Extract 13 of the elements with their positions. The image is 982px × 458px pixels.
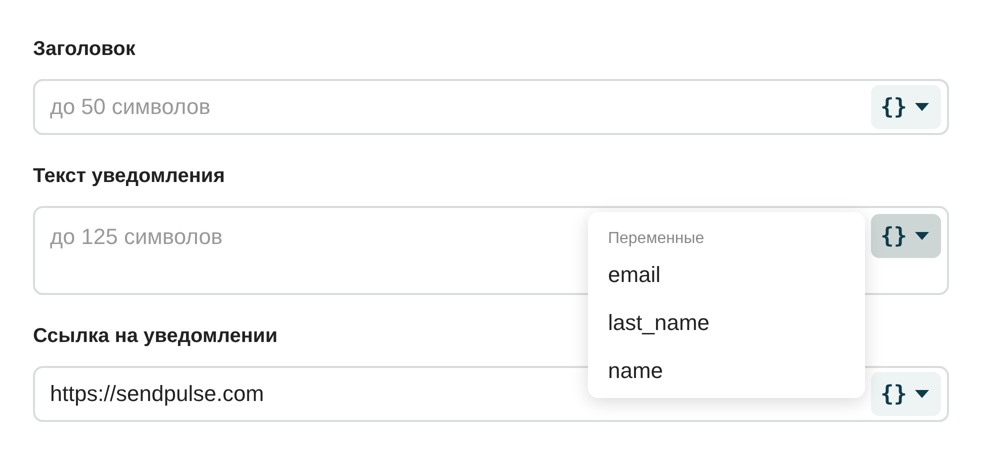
menu-item[interactable]: last_name xyxy=(608,310,845,336)
caret-icon xyxy=(915,103,929,111)
field-label: Текст уведомления xyxy=(33,165,225,188)
field-label: Заголовок xyxy=(33,38,136,61)
caret-icon xyxy=(915,232,929,240)
variables-button[interactable]: {} xyxy=(870,85,941,129)
caret-icon xyxy=(915,390,929,398)
text-field[interactable]: до 50 символов {} xyxy=(33,79,949,135)
variables-button[interactable]: {} xyxy=(870,372,941,416)
menu-header: Переменные xyxy=(608,230,706,248)
variables-button[interactable]: {} xyxy=(870,214,941,258)
field-label: Ссылка на уведомлении xyxy=(33,325,278,348)
menu-item[interactable]: email xyxy=(608,262,845,288)
